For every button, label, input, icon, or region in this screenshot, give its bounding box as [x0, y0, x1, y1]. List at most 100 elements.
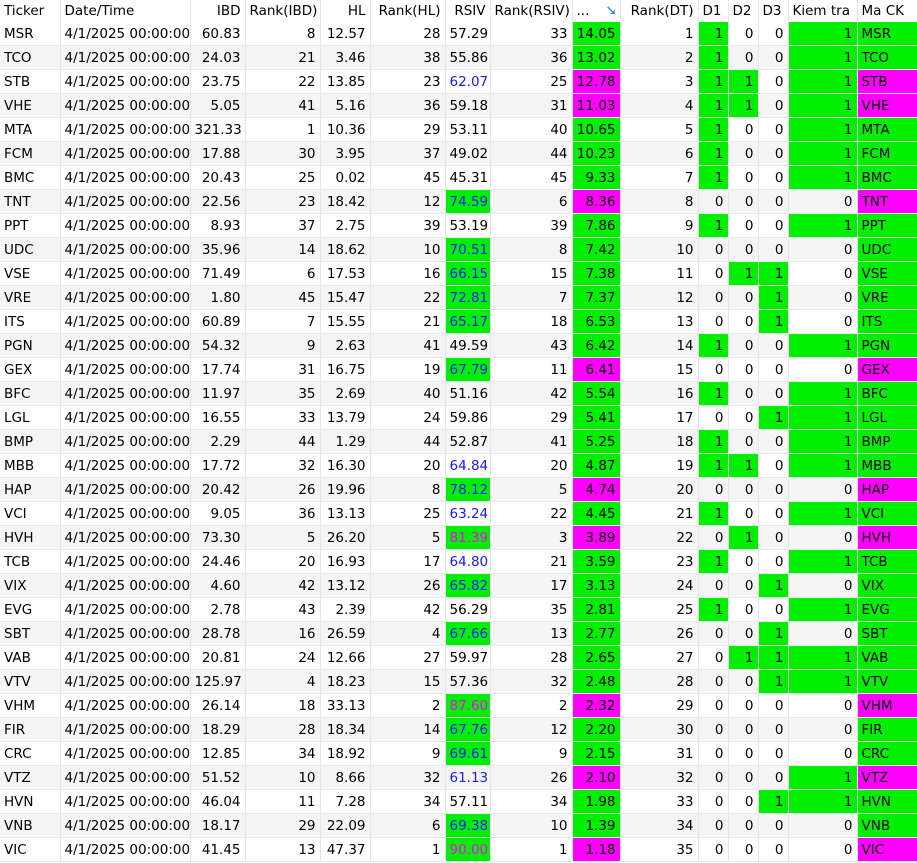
col-header-rank-rsiv[interactable]: Rank(RSIV)	[490, 0, 573, 22]
cell-d1: 0	[698, 717, 729, 742]
cell-hl: 8.66	[320, 765, 371, 790]
table-row[interactable]: MTA 4/1/2025 00:00:00 321.33 1 10.36 29 53.11 4…	[0, 117, 917, 142]
cell-d3: 1	[758, 573, 789, 598]
table-row[interactable]: STB 4/1/2025 00:00:00 23.75 22 13.85 23 62.07 2…	[0, 69, 917, 94]
cell-hl: 13.79	[320, 405, 371, 430]
cell-d1: 1	[698, 22, 729, 46]
table-row[interactable]: VRE 4/1/2025 00:00:00 1.80 45 15.47 22 72.81 7 7…	[0, 285, 917, 310]
col-header-rank-hl[interactable]: Rank(HL)	[370, 0, 446, 22]
cell-rank-ibd: 42	[245, 573, 321, 598]
cell-d1: 0	[698, 669, 729, 694]
col-header-rank-dt[interactable]: Rank(DT)	[620, 0, 699, 22]
table-row[interactable]: MBB 4/1/2025 00:00:00 17.72 32 16.30 20 64.84 2…	[0, 453, 917, 478]
cell-kiem-tra: 1	[788, 333, 858, 358]
cell-ma-ck: FIR	[857, 717, 917, 742]
table-row[interactable]: HVN 4/1/2025 00:00:00 46.04 11 7.28 34 57.11 34…	[0, 789, 917, 814]
table-row[interactable]: MSR 4/1/2025 00:00:00 60.83 8 12.57 28 57.29 33…	[0, 22, 917, 46]
table-row[interactable]: LGL 4/1/2025 00:00:00 16.55 33 13.79 24 59.86 2…	[0, 405, 917, 430]
col-header-hl[interactable]: HL	[320, 0, 371, 22]
col-header-rsiv[interactable]: RSIV	[445, 0, 491, 22]
table-row[interactable]: VIX 4/1/2025 00:00:00 4.60 42 13.12 26 65.82 17…	[0, 573, 917, 598]
cell-rsiv: 59.86	[445, 405, 491, 430]
table-row[interactable]: VIC 4/1/2025 00:00:00 41.45 13 47.37 1 90.00 1 1…	[0, 837, 917, 862]
table-row[interactable]: HVH 4/1/2025 00:00:00 73.30 5 26.20 5 81.39 3 3.…	[0, 525, 917, 550]
cell-d3: 0	[758, 381, 789, 406]
cell-d3: 0	[758, 117, 789, 142]
table-row[interactable]: VHE 4/1/2025 00:00:00 5.05 41 5.16 36 59.18 31 1…	[0, 93, 917, 118]
table-row[interactable]: TCB 4/1/2025 00:00:00 24.46 20 16.93 17 64.80 2…	[0, 549, 917, 574]
cell-ibd: 28.78	[190, 621, 246, 646]
col-header-ticker[interactable]: Ticker	[0, 0, 61, 22]
table-row[interactable]: PPT 4/1/2025 00:00:00 8.93 37 2.75 39 53.19 39 7…	[0, 213, 917, 238]
cell-dt: 1.39	[572, 813, 621, 838]
table-row[interactable]: ITS 4/1/2025 00:00:00 60.89 7 15.55 21 65.17 18…	[0, 309, 917, 334]
cell-ticker: FCM	[0, 141, 61, 166]
table-row[interactable]: TCO 4/1/2025 00:00:00 24.03 21 3.46 38 55.86 36…	[0, 45, 917, 70]
table-row[interactable]: VHM 4/1/2025 00:00:00 26.14 18 33.13 2 87.60 2 2…	[0, 693, 917, 718]
cell-dt: 5.54	[572, 381, 621, 406]
col-header-d3[interactable]: D3	[758, 0, 789, 22]
cell-d1: 1	[698, 165, 729, 190]
col-header-ma-ck[interactable]: Ma CK	[857, 0, 917, 22]
col-header-kiem-tra[interactable]: Kiem tra	[788, 0, 858, 22]
cell-rank-hl: 23	[370, 69, 446, 94]
table-row[interactable]: GEX 4/1/2025 00:00:00 17.74 31 16.75 19 67.79 1…	[0, 357, 917, 382]
cell-rank-hl: 15	[370, 669, 446, 694]
cell-d1: 0	[698, 525, 729, 550]
cell-rank-dt: 7	[620, 165, 699, 190]
cell-ma-ck: FCM	[857, 141, 917, 166]
cell-rank-rsiv: 5	[490, 477, 573, 502]
cell-ticker: VAB	[0, 645, 61, 670]
table-row[interactable]: FIR 4/1/2025 00:00:00 18.29 28 18.34 14 67.76 1…	[0, 717, 917, 742]
table-row[interactable]: VSE 4/1/2025 00:00:00 71.49 6 17.53 16 66.15 15…	[0, 261, 917, 286]
table-row[interactable]: VAB 4/1/2025 00:00:00 20.81 24 12.66 27 59.97 2…	[0, 645, 917, 670]
table-row[interactable]: PGN 4/1/2025 00:00:00 54.32 9 2.63 41 49.59 43 6…	[0, 333, 917, 358]
cell-ibd: 11.97	[190, 381, 246, 406]
table-row[interactable]: CRC 4/1/2025 00:00:00 12.85 34 18.92 9 69.61 9 2…	[0, 741, 917, 766]
table-row[interactable]: VTV 4/1/2025 00:00:00 125.97 4 18.23 15 57.36 3…	[0, 669, 917, 694]
table-row[interactable]: UDC 4/1/2025 00:00:00 35.96 14 18.62 10 70.51 8…	[0, 237, 917, 262]
cell-date: 4/1/2025 00:00:00	[60, 165, 191, 190]
cell-rank-dt: 15	[620, 357, 699, 382]
col-header-d1[interactable]: D1	[698, 0, 729, 22]
table-row[interactable]: BMP 4/1/2025 00:00:00 2.29 44 1.29 44 52.87 41 5…	[0, 429, 917, 454]
table-row[interactable]: VCI 4/1/2025 00:00:00 9.05 36 13.13 25 63.24 22…	[0, 501, 917, 526]
table-row[interactable]: EVG 4/1/2025 00:00:00 2.78 43 2.39 42 56.29 35 2…	[0, 597, 917, 622]
cell-rank-rsiv: 43	[490, 333, 573, 358]
table-row[interactable]: FCM 4/1/2025 00:00:00 17.88 30 3.95 37 49.02 44…	[0, 141, 917, 166]
cell-ibd: 12.85	[190, 741, 246, 766]
table-row[interactable]: TNT 4/1/2025 00:00:00 22.56 23 18.42 12 74.59 6…	[0, 189, 917, 214]
cell-dt: 14.05	[572, 22, 621, 46]
cell-ticker: TCO	[0, 45, 61, 70]
cell-ma-ck: VHM	[857, 693, 917, 718]
cell-d1: 1	[698, 45, 729, 70]
table-row[interactable]: VTZ 4/1/2025 00:00:00 51.52 10 8.66 32 61.13 26…	[0, 765, 917, 790]
cell-ticker: MSR	[0, 22, 61, 46]
col-header-date[interactable]: Date/Time	[60, 0, 191, 22]
cell-dt: 1.98	[572, 789, 621, 814]
cell-rank-dt: 5	[620, 117, 699, 142]
cell-rsiv: 62.07	[445, 69, 491, 94]
cell-date: 4/1/2025 00:00:00	[60, 669, 191, 694]
cell-d2: 0	[728, 285, 759, 310]
table-row[interactable]: SBT 4/1/2025 00:00:00 28.78 16 26.59 4 67.66 13…	[0, 621, 917, 646]
col-header-dt[interactable]: ... ➘	[572, 0, 621, 22]
cell-ticker: VTZ	[0, 765, 61, 790]
col-header-ibd[interactable]: IBD	[190, 0, 246, 22]
cell-rank-rsiv: 42	[490, 381, 573, 406]
cell-d3: 0	[758, 717, 789, 742]
table-row[interactable]: VNB 4/1/2025 00:00:00 18.17 29 22.09 6 69.38 10…	[0, 813, 917, 838]
cell-dt: 4.45	[572, 501, 621, 526]
col-header-d2[interactable]: D2	[728, 0, 759, 22]
cell-dt: 12.78	[572, 69, 621, 94]
cell-dt: 5.25	[572, 429, 621, 454]
cell-ibd: 2.29	[190, 429, 246, 454]
table-row[interactable]: BFC 4/1/2025 00:00:00 11.97 35 2.69 40 51.16 42…	[0, 381, 917, 406]
col-header-rank-ibd[interactable]: Rank(IBD)	[245, 0, 321, 22]
table-row[interactable]: HAP 4/1/2025 00:00:00 20.42 26 19.96 8 78.12 5 4…	[0, 477, 917, 502]
cell-rank-dt: 19	[620, 453, 699, 478]
table-row[interactable]: BMC 4/1/2025 00:00:00 20.43 25 0.02 45 45.31 45…	[0, 165, 917, 190]
cell-hl: 15.55	[320, 309, 371, 334]
cell-kiem-tra: 1	[788, 117, 858, 142]
cell-d3: 0	[758, 813, 789, 838]
